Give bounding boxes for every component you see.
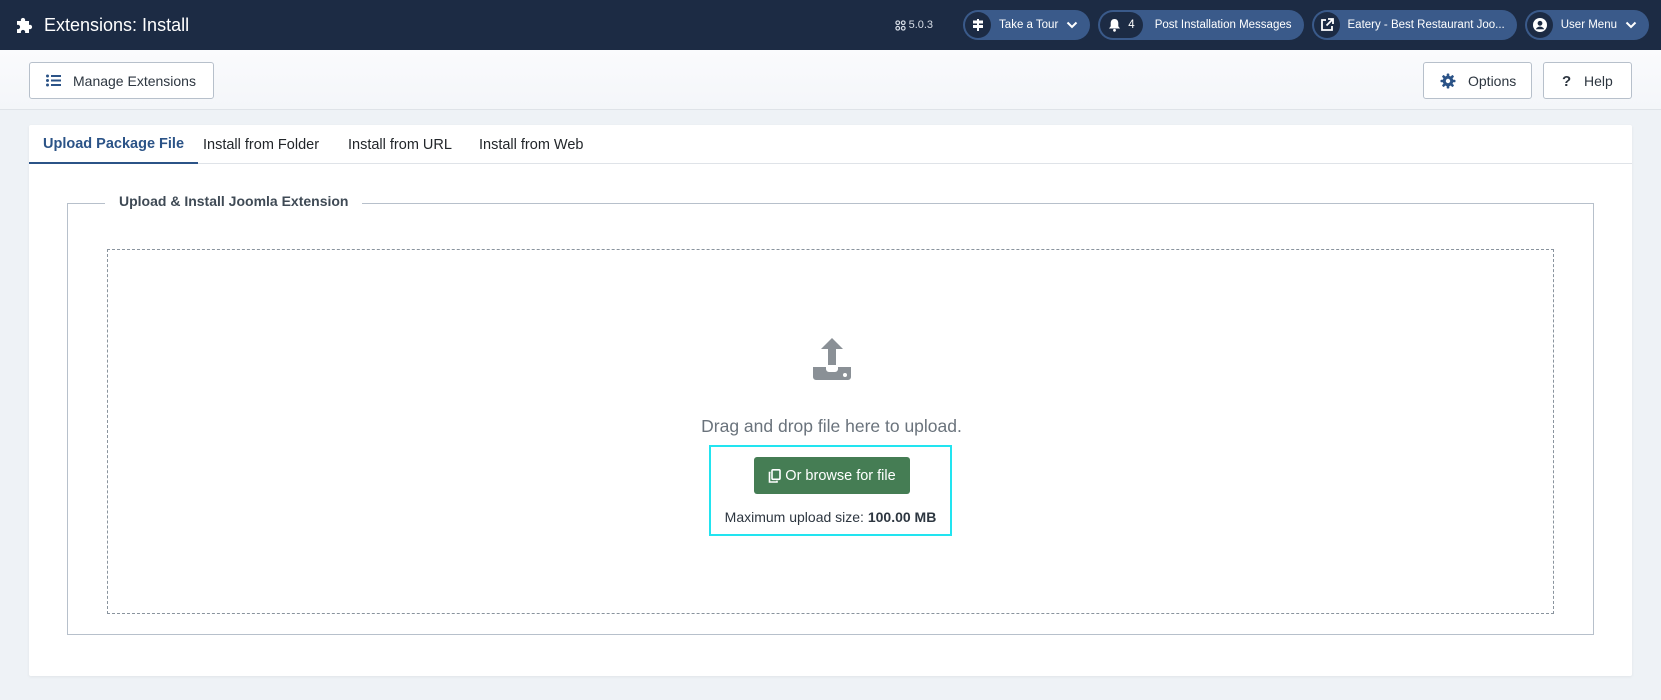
upload-fieldset: Upload & Install Joomla Extension Drag a… bbox=[67, 193, 1594, 635]
bell-icon bbox=[1109, 19, 1121, 32]
options-button[interactable]: Options bbox=[1423, 62, 1532, 99]
page-title: Extensions: Install bbox=[44, 14, 190, 35]
version-label: 5.0.3 bbox=[894, 19, 934, 31]
max-size-label: Maximum upload size: bbox=[724, 509, 868, 525]
external-link-icon bbox=[1313, 12, 1340, 38]
manage-extensions-label: Manage Extensions bbox=[73, 72, 196, 89]
install-tabs: Upload Package File Install from Folder … bbox=[29, 125, 1632, 164]
drag-drop-text: Drag and drop file here to upload. bbox=[701, 416, 962, 436]
tab-install-from-web[interactable]: Install from Web bbox=[465, 125, 598, 164]
question-icon: ? bbox=[1560, 73, 1572, 89]
header-title-group: Extensions: Install bbox=[0, 0, 189, 50]
upload-dropzone[interactable]: Drag and drop file here to upload. Or br… bbox=[107, 249, 1554, 614]
site-label: Eatery - Best Restaurant Joo... bbox=[1347, 19, 1505, 31]
signpost-icon bbox=[965, 12, 992, 38]
header-bar: Extensions: Install 5.0.3 Take a Tour 4 … bbox=[0, 0, 1661, 50]
install-card: Upload Package File Install from Folder … bbox=[29, 125, 1632, 676]
tab-upload-package-file[interactable]: Upload Package File bbox=[29, 125, 199, 164]
post-install-messages-button[interactable]: 4 Post Installation Messages bbox=[1098, 10, 1304, 40]
messages-badge: 4 bbox=[1100, 12, 1143, 38]
user-menu-label: User Menu bbox=[1560, 19, 1617, 31]
manage-extensions-button[interactable]: Manage Extensions bbox=[29, 62, 214, 99]
joomla-icon bbox=[894, 19, 906, 31]
user-menu-button[interactable]: User Menu bbox=[1524, 10, 1649, 40]
chevron-down-icon bbox=[1625, 21, 1637, 29]
user-circle-icon bbox=[1526, 12, 1553, 38]
upload-icon bbox=[808, 335, 856, 383]
toolbar: Manage Extensions Options ? Help bbox=[0, 50, 1661, 110]
tab-install-from-folder[interactable]: Install from Folder bbox=[189, 125, 333, 164]
svg-text:?: ? bbox=[1562, 73, 1571, 89]
help-button[interactable]: ? Help bbox=[1543, 62, 1632, 99]
messages-count: 4 bbox=[1128, 19, 1135, 31]
options-label: Options bbox=[1468, 72, 1517, 89]
take-tour-button[interactable]: Take a Tour bbox=[963, 10, 1091, 40]
view-site-button[interactable]: Eatery - Best Restaurant Joo... bbox=[1311, 10, 1517, 40]
fieldset-legend: Upload & Install Joomla Extension bbox=[105, 193, 363, 209]
header-actions: 5.0.3 Take a Tour 4 Post Installation Me… bbox=[894, 0, 1649, 50]
version-text: 5.0.3 bbox=[908, 19, 934, 31]
max-upload-size: Maximum upload size: 100.00 MB bbox=[711, 509, 950, 525]
browse-file-button[interactable]: Or browse for file bbox=[754, 457, 910, 494]
messages-label: Post Installation Messages bbox=[1154, 19, 1292, 31]
browse-file-label: Or browse for file bbox=[785, 467, 896, 484]
max-size-value: 100.00 MB bbox=[867, 509, 937, 525]
chevron-down-icon bbox=[1067, 21, 1078, 29]
tab-install-from-url[interactable]: Install from URL bbox=[334, 125, 466, 164]
help-label: Help bbox=[1584, 72, 1613, 89]
take-tour-label: Take a Tour bbox=[999, 19, 1059, 31]
copy-icon bbox=[768, 468, 782, 483]
browse-focus-outline: Or browse for file Maximum upload size: … bbox=[709, 445, 952, 536]
puzzle-icon bbox=[14, 15, 34, 35]
gear-icon bbox=[1440, 73, 1456, 89]
list-icon bbox=[46, 74, 61, 87]
